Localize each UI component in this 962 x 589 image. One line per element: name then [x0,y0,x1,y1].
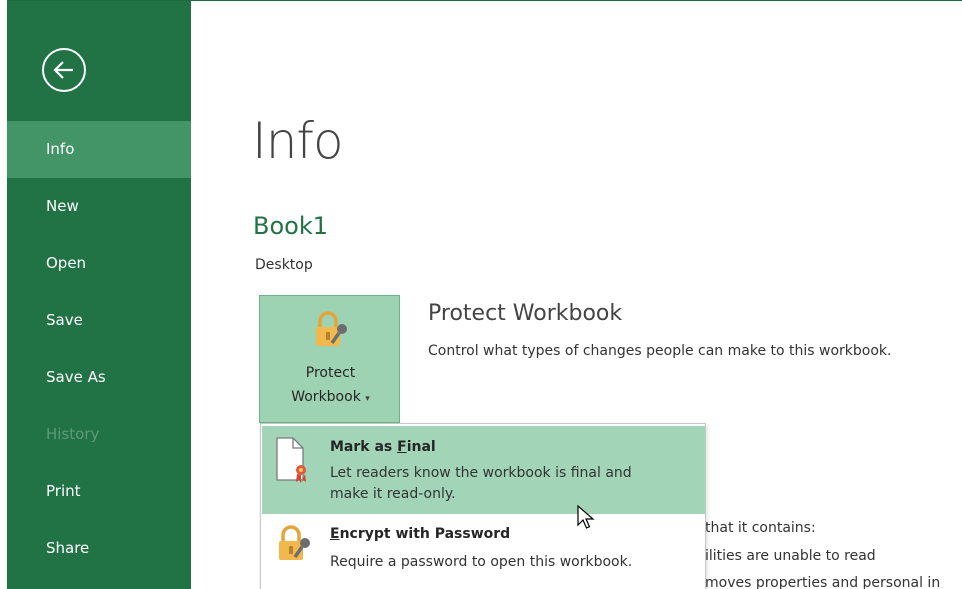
nav-item-print[interactable]: Print [7,463,191,520]
final-document-icon [276,437,306,483]
protect-description: Control what types of changes people can… [428,343,892,359]
mouse-cursor-icon [577,505,595,529]
menu-item-mark-as-final[interactable]: Mark as Final Let readers know the workb… [262,426,705,514]
mark-as-final-title-prefix: Mark as [330,439,398,455]
backstage-sidebar: Info New Open Save Save As History Print… [7,1,191,589]
mark-as-final-description: Let readers know the workbook is final a… [330,463,690,505]
lock-key-icon [279,525,310,560]
lock-key-icon [316,311,347,346]
protect-button-label-text: Workbook [291,389,361,405]
encrypt-description: Require a password to open this workbook… [330,554,633,570]
mark-as-final-accelerator: F [397,439,407,455]
dropdown-caret-icon: ▾ [365,394,370,404]
nav-item-save-as[interactable]: Save As [7,349,191,406]
mark-as-final-title-suffix: inal [406,439,436,455]
encrypt-title-suffix: ncrypt with Password [339,526,511,542]
nav-item-info[interactable]: Info [7,121,191,178]
nav-item-save[interactable]: Save [7,292,191,349]
inspect-text-line2: ilities are unable to read [705,548,876,564]
page-title: Info [252,112,344,170]
document-name: Book1 [253,212,328,240]
protect-workbook-menu: Mark as Final Let readers know the workb… [260,423,706,589]
protect-button-label-line2: Workbook ▾ [260,386,401,410]
nav-item-history: History [46,425,100,443]
menu-item-encrypt-with-password[interactable]: Encrypt with Password Require a password… [262,516,705,586]
mark-as-final-title: Mark as Final [330,439,436,455]
nav-item-new[interactable]: New [7,178,191,235]
mark-as-final-desc-line1: Let readers know the workbook is final a… [330,465,632,481]
encrypt-title: Encrypt with Password [330,526,510,542]
back-arrow-icon [53,61,73,79]
encrypt-accelerator: E [330,526,340,542]
backstage-nav: Info New Open Save Save As History Print… [7,121,191,577]
protect-button-label-line1: Protect [305,365,356,381]
back-button[interactable] [42,48,86,92]
document-location[interactable]: Desktop [255,257,313,273]
protect-workbook-button[interactable]: Protect Workbook ▾ [259,295,400,423]
info-pane: Info Book1 Desktop Protect Workbook ▾ Pr… [191,1,962,589]
inspect-text-line3: moves properties and personal in [705,575,941,589]
mark-as-final-desc-line2: make it read-only. [330,486,456,502]
window-edge [0,0,7,589]
nav-item-open[interactable]: Open [7,235,191,292]
nav-item-share[interactable]: Share [7,520,191,577]
inspect-text-line1: that it contains: [705,520,816,536]
protect-heading: Protect Workbook [428,301,623,326]
